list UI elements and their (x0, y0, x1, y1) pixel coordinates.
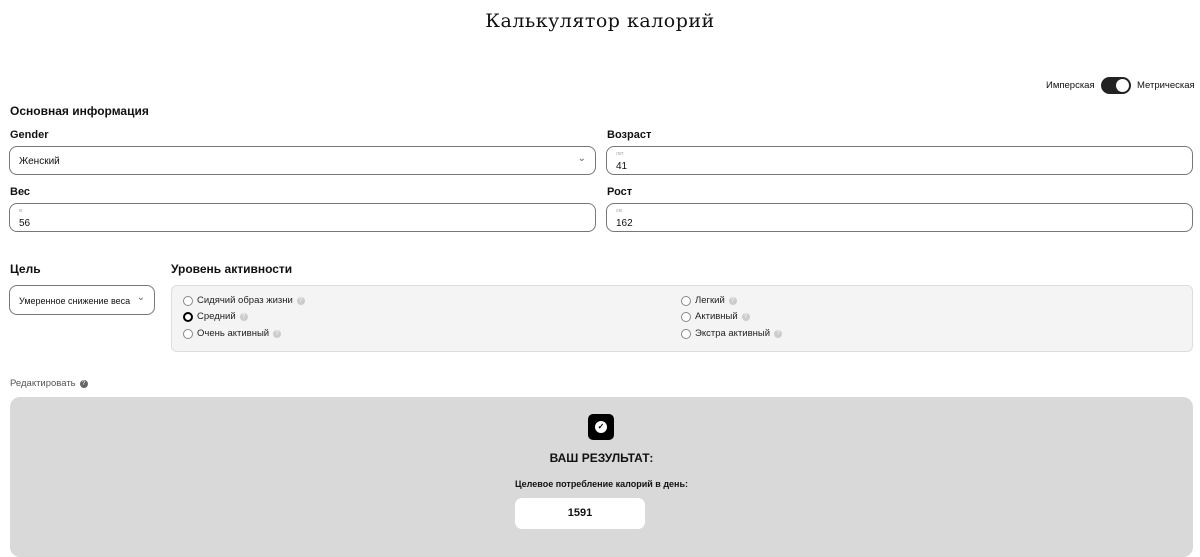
radio[interactable] (681, 311, 691, 322)
height-input[interactable]: см 162 (606, 203, 1193, 232)
option-label: Экстра активный (695, 328, 771, 339)
toggle-knob (1116, 79, 1129, 92)
check-icon: ✓ (595, 421, 607, 433)
age-unit: лет (616, 151, 624, 157)
help-icon[interactable]: ? (273, 329, 282, 338)
help-icon[interactable]: ? (239, 312, 248, 321)
goal-select[interactable]: Умеренное снижение веса ⌄ (9, 285, 155, 315)
radio[interactable] (681, 295, 691, 306)
activity-option-very-active[interactable]: Очень активный? (183, 328, 282, 339)
height-value: 162 (616, 218, 633, 229)
age-label: Возраст (607, 129, 652, 141)
result-heading: ВАШ РЕЗУЛЬТАТ: (549, 451, 654, 465)
height-label: Рост (607, 186, 633, 198)
result-panel: ✓ ВАШ РЕЗУЛЬТАТ: Целевое потребление кал… (10, 397, 1193, 557)
weight-input[interactable]: кг 56 (9, 203, 596, 232)
gender-value: Женский (19, 156, 60, 167)
age-value: 41 (616, 161, 628, 172)
metric-label: Метрическая (1137, 80, 1195, 91)
radio[interactable] (183, 328, 193, 339)
result-subtitle: Целевое потребление калорий в день: (514, 479, 688, 489)
weight-unit: кг (19, 208, 24, 214)
height-unit: см (616, 208, 622, 214)
page-title: Калькулятор калорий (485, 10, 715, 32)
edit-link[interactable]: Редактировать ? (10, 378, 88, 389)
option-label: Сидячий образ жизни (197, 295, 293, 306)
chevron-down-icon: ⌄ (577, 153, 586, 164)
activity-option-extra-active[interactable]: Экстра активный? (681, 328, 783, 339)
activity-label: Уровень активности (171, 262, 293, 276)
gender-select[interactable]: Женский ⌄ (9, 146, 596, 175)
activity-options: Сидячий образ жизни? Средний? Очень акти… (171, 285, 1193, 352)
activity-option-light[interactable]: Легкий? (681, 295, 737, 306)
basic-info-heading: Основная информация (10, 104, 149, 118)
activity-option-moderate[interactable]: Средний? (183, 311, 248, 322)
weight-value: 56 (19, 218, 31, 229)
age-input[interactable]: лет 41 (606, 146, 1193, 175)
help-icon[interactable]: ? (728, 296, 737, 305)
goal-value: Умеренное снижение веса (19, 296, 131, 306)
option-label: Очень активный (197, 328, 270, 339)
imperial-label: Имперская (1046, 80, 1095, 91)
help-icon[interactable]: ? (741, 312, 750, 321)
radio[interactable] (681, 328, 691, 339)
option-label: Активный (695, 311, 738, 322)
chevron-down-icon: ⌄ (136, 292, 145, 303)
radio[interactable] (183, 295, 193, 306)
radio-selected[interactable] (183, 311, 193, 322)
calorie-value: 1591 (515, 498, 645, 529)
edit-label: Редактировать (10, 378, 76, 389)
activity-option-active[interactable]: Активный? (681, 311, 750, 322)
option-label: Легкий (695, 295, 725, 306)
weight-label: Вес (10, 186, 31, 198)
check-badge: ✓ (588, 414, 614, 440)
goal-label: Цель (10, 262, 41, 276)
activity-option-sedentary[interactable]: Сидячий образ жизни? (183, 295, 305, 306)
gender-label: Gender (10, 129, 49, 141)
help-icon[interactable]: ? (296, 296, 305, 305)
help-icon[interactable]: ? (79, 379, 88, 388)
option-label: Средний (197, 311, 236, 322)
unit-toggle[interactable] (1101, 77, 1131, 94)
help-icon[interactable]: ? (774, 329, 783, 338)
